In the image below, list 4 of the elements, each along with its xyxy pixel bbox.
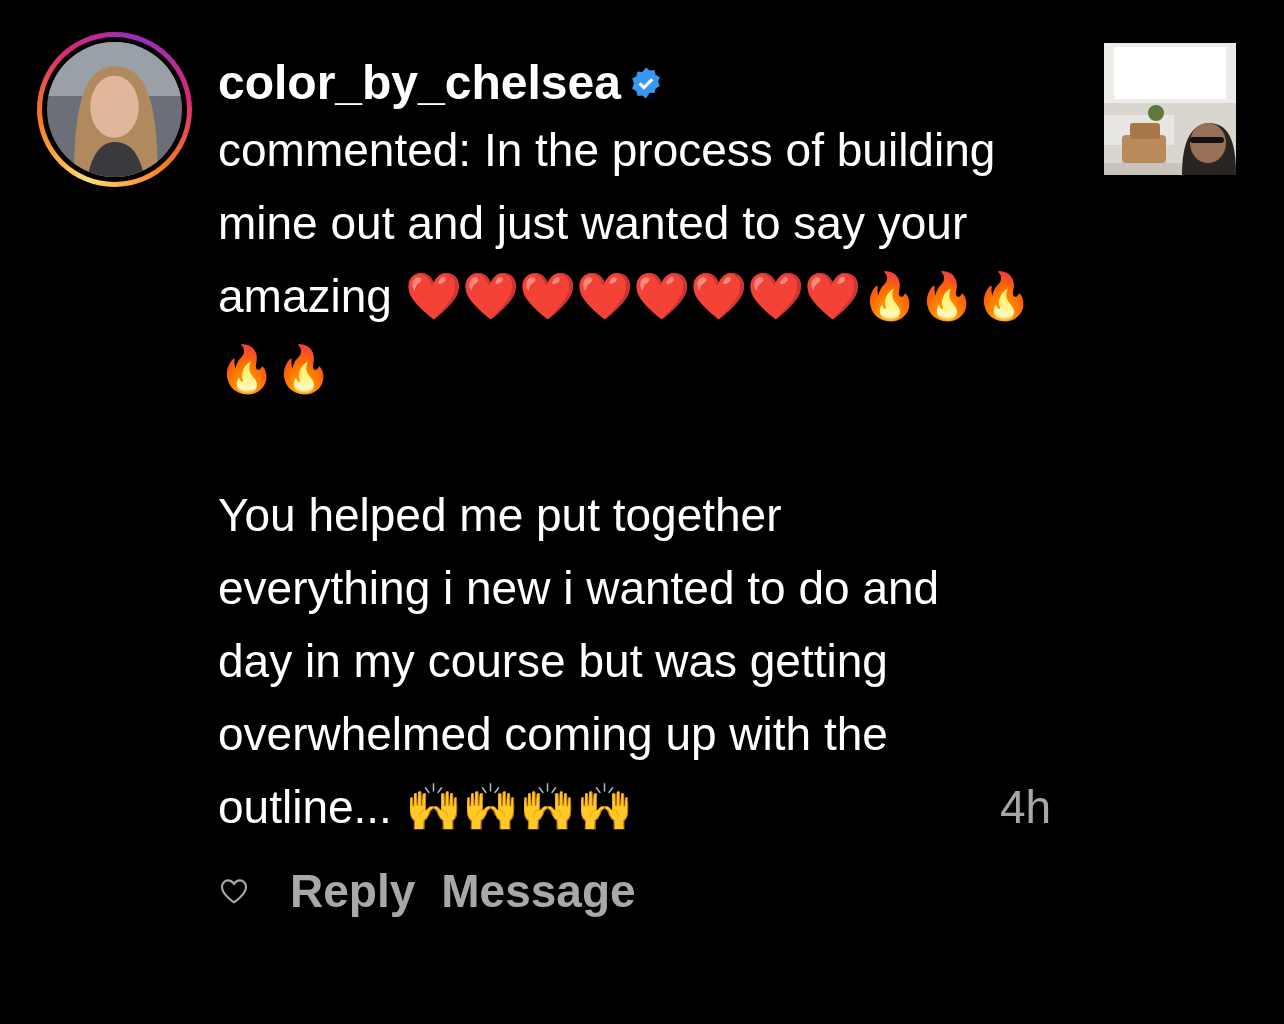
timestamp: 4h	[1000, 780, 1052, 835]
comment-text: You helped me put together everything i new i wanted to do and day in my course but was getting overwhelmed coming up with the outline... 🙌🙌🙌🙌	[218, 488, 941, 835]
comment-text: commented: In the process of building mine out and just wanted to say your amazing ❤❤❤❤❤❤❤❤🔥🔥🔥🔥🔥	[218, 123, 1033, 397]
username[interactable]: color_by_chelsea	[218, 59, 621, 107]
